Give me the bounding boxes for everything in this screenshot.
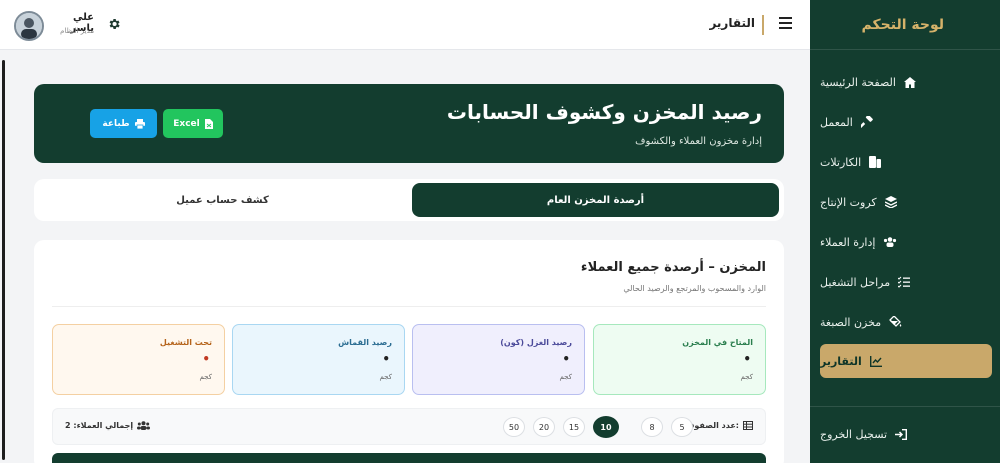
title-divider	[762, 15, 764, 35]
stat-label: المتاح في المخزن	[682, 338, 753, 347]
logout-button[interactable]: تسجيل الخروج	[820, 418, 992, 450]
page-size-8[interactable]: 8	[641, 417, 663, 437]
banner-subtitle: إدارة مخزون العملاء والكشوف	[635, 136, 762, 147]
stat-value: •	[202, 352, 210, 366]
stat-label: رصيد الغزل (كون)	[500, 338, 572, 347]
stat-yarn-balance: رصيد الغزل (كون) • كجم	[412, 324, 585, 395]
page-size-50[interactable]: 50	[503, 417, 525, 437]
stat-in-process: تحت التشغيل • كجم	[52, 324, 225, 395]
page-header-banner: رصيد المخزن وكشوف الحسابات إدارة مخزون ا…	[34, 84, 784, 163]
report-tabs: كشف حساب عميل أرصدة المخزن العام	[34, 179, 784, 221]
table-header	[52, 453, 766, 463]
sidebar-item-production-cards[interactable]: كروت الإنتاج	[820, 186, 992, 218]
cards-icon	[869, 156, 882, 168]
print-label: طباعة	[102, 118, 130, 129]
sidebar: لوحة التحكم الصفحة الرئيسية المعمل الكار…	[810, 0, 1000, 463]
tab-customer-statement[interactable]: كشف حساب عميل	[39, 183, 406, 217]
top-bar: علي ياسر مدير النظام التقارير	[0, 0, 810, 50]
page-size-20[interactable]: 20	[533, 417, 555, 437]
logout-label: تسجيل الخروج	[820, 427, 888, 441]
sidebar-item-label: إدارة العملاء	[820, 235, 876, 249]
sidebar-divider	[810, 406, 1000, 407]
hammer-icon	[860, 116, 873, 128]
page-size-15[interactable]: 15	[563, 417, 585, 437]
sidebar-item-label: الصفحة الرئيسية	[820, 75, 896, 89]
users-icon	[137, 421, 151, 430]
excel-label: Excel	[173, 118, 200, 129]
rows-per-page-label: عدد الصفوف:	[685, 421, 753, 430]
scrollbar[interactable]	[2, 60, 5, 460]
sidebar-item-customers[interactable]: إدارة العملاء	[820, 226, 992, 258]
avatar[interactable]	[14, 11, 44, 41]
page-size-10[interactable]: 10	[593, 416, 619, 438]
stat-available: المتاح في المخزن • كجم	[593, 324, 766, 395]
table-icon	[743, 421, 753, 430]
home-icon	[903, 76, 916, 88]
stat-label: رصيد القماش	[338, 338, 392, 347]
sidebar-title: لوحة التحكم	[810, 0, 1000, 50]
rows-label-text: عدد الصفوف:	[685, 421, 739, 430]
card-subtitle: الوارد والمسحوب والمرتجع والرصيد الحالي	[623, 284, 766, 293]
stat-unit: كجم	[559, 373, 572, 381]
page-title: التقارير	[709, 16, 755, 30]
table-controls: عدد الصفوف: 5 8 10 15 20 50 إجمالي العمل…	[52, 408, 766, 445]
user-role: مدير النظام	[60, 27, 94, 35]
gear-icon[interactable]	[107, 17, 121, 31]
sidebar-item-label: المعمل	[820, 115, 853, 129]
printer-icon	[134, 118, 145, 129]
total-customers: إجمالي العملاء: 2	[65, 421, 151, 430]
sidebar-item-lab[interactable]: المعمل	[820, 106, 992, 138]
print-button[interactable]: طباعة	[90, 109, 157, 138]
sidebar-item-dye-store[interactable]: مخزن الصبغة	[820, 306, 992, 338]
stat-unit: كجم	[379, 373, 392, 381]
sidebar-item-cartels[interactable]: الكارتلات	[820, 146, 992, 178]
total-label: إجمالي العملاء: 2	[65, 421, 134, 430]
sidebar-item-home[interactable]: الصفحة الرئيسية	[820, 66, 992, 98]
tab-warehouse-balances[interactable]: أرصدة المخزن العام	[412, 183, 779, 217]
sidebar-item-label: مراحل التشغيل	[820, 275, 891, 289]
logout-icon	[895, 428, 908, 440]
layers-icon	[884, 196, 897, 208]
sidebar-item-reports[interactable]: التقارير	[820, 344, 992, 378]
checklist-icon	[898, 276, 911, 288]
sidebar-item-label: الكارتلات	[820, 155, 862, 169]
card-title: المخزن – أرصدة جميع العملاء	[580, 260, 766, 275]
users-icon	[883, 237, 897, 247]
paint-icon	[889, 316, 902, 328]
divider	[52, 306, 766, 307]
excel-button[interactable]: Excel	[163, 109, 223, 138]
stat-value: •	[562, 352, 570, 366]
page-size-5[interactable]: 5	[671, 417, 693, 437]
chart-icon	[869, 355, 882, 367]
stat-label: تحت التشغيل	[159, 338, 212, 347]
banner-title: رصيد المخزن وكشوف الحسابات	[446, 100, 762, 124]
stat-unit: كجم	[199, 373, 212, 381]
sidebar-item-operation-stages[interactable]: مراحل التشغيل	[820, 266, 992, 298]
menu-icon[interactable]	[779, 17, 792, 29]
sidebar-item-label: كروت الإنتاج	[820, 195, 877, 209]
stat-value: •	[743, 352, 751, 366]
sidebar-item-label: مخزن الصبغة	[820, 315, 882, 329]
stat-unit: كجم	[740, 373, 753, 381]
stat-value: •	[382, 352, 390, 366]
balances-card: المخزن – أرصدة جميع العملاء الوارد والمس…	[34, 240, 784, 463]
file-excel-icon	[204, 118, 213, 129]
stat-fabric-balance: رصيد القماش • كجم	[232, 324, 405, 395]
sidebar-item-label: التقارير	[820, 354, 862, 368]
